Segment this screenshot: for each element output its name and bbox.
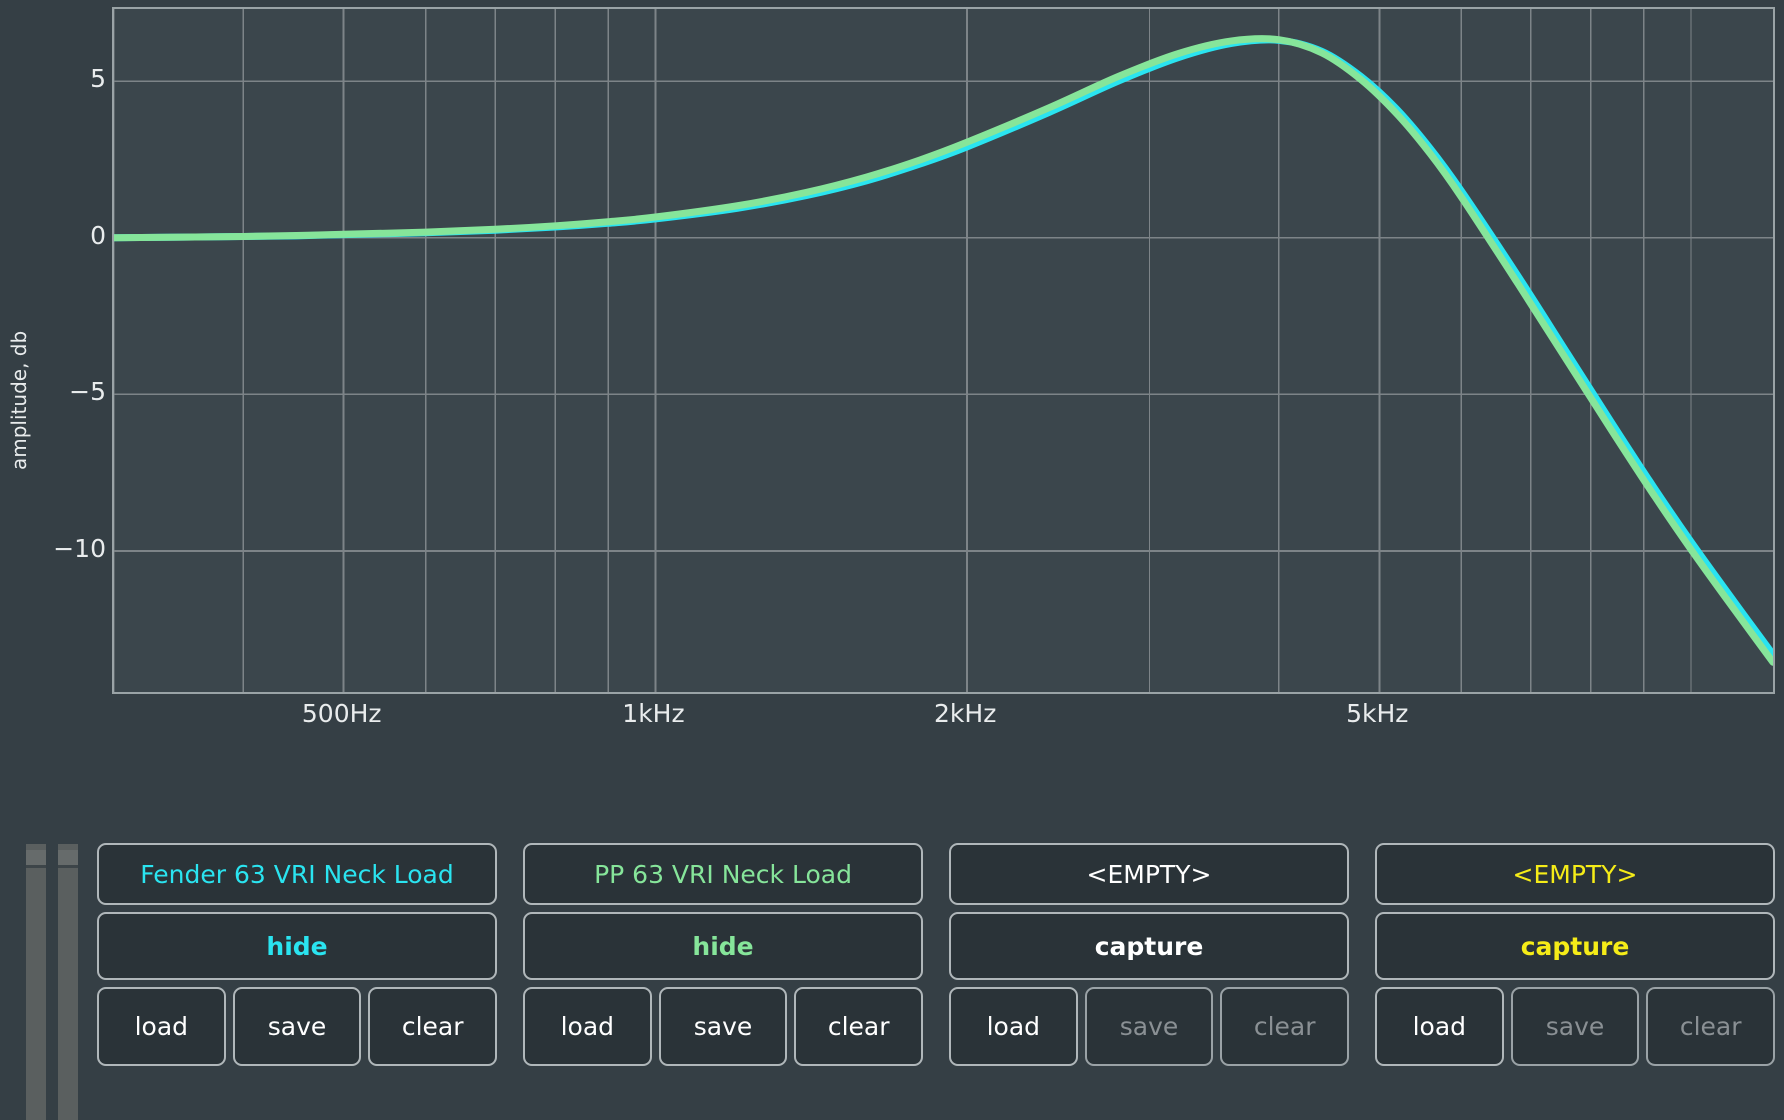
- clear-button: clear: [1220, 987, 1350, 1066]
- slot-title-button[interactable]: <EMPTY>: [949, 843, 1349, 905]
- save-button[interactable]: save: [232, 987, 362, 1066]
- hide-button[interactable]: hide: [523, 912, 923, 980]
- plot-canvas: [114, 9, 1773, 692]
- save-button[interactable]: save: [658, 987, 788, 1066]
- curve-series-0: [114, 36, 1773, 658]
- load-button[interactable]: load: [1375, 987, 1504, 1066]
- save-button: save: [1510, 987, 1640, 1066]
- hide-button[interactable]: hide: [97, 912, 497, 980]
- x-tick-label: 2kHz: [934, 699, 997, 728]
- capture-button[interactable]: capture: [1375, 912, 1775, 980]
- capture-slot-2: PP 63 VRI Neck Load hide load save clear: [523, 843, 924, 1115]
- capture-slot-panel: Fender 63 VRI Neck Load hide load save clear…: [97, 843, 1776, 1115]
- clear-button[interactable]: clear: [794, 987, 924, 1066]
- slot-action-row: load save clear: [523, 987, 924, 1066]
- clear-button: clear: [1646, 987, 1776, 1066]
- y-tick-label: −10: [53, 534, 106, 563]
- fader-right-handle[interactable]: [58, 850, 78, 868]
- slot-title-button[interactable]: <EMPTY>: [1375, 843, 1775, 905]
- capture-slot-1: Fender 63 VRI Neck Load hide load save clear: [97, 843, 498, 1115]
- grid-lines: [114, 9, 1773, 692]
- x-tick-label: 500Hz: [301, 699, 382, 728]
- y-tick-label: 0: [90, 220, 106, 250]
- slot-action-row: load save clear: [97, 987, 498, 1066]
- y-tick-label: 5: [90, 64, 106, 94]
- y-tick-label: −5: [69, 377, 106, 407]
- fader-group: [20, 844, 84, 1120]
- save-button: save: [1084, 987, 1214, 1066]
- plot-area[interactable]: [112, 7, 1775, 694]
- slot-title-button[interactable]: PP 63 VRI Neck Load: [523, 843, 923, 905]
- x-axis-tick-labels: 500Hz 1kHz 2kHz 5kHz: [0, 700, 1784, 740]
- capture-slot-4: <EMPTY> capture load save clear: [1375, 843, 1776, 1115]
- capture-button[interactable]: capture: [949, 912, 1349, 980]
- fader-right[interactable]: [58, 844, 78, 1120]
- fader-left-handle[interactable]: [26, 850, 46, 868]
- curve-series-1: [114, 35, 1773, 666]
- y-axis-tick-labels: 5 0 −5 −10: [30, 0, 106, 800]
- x-tick-label: 5kHz: [1346, 699, 1409, 728]
- capture-slot-3: <EMPTY> capture load save clear: [949, 843, 1350, 1115]
- response-curves: [114, 35, 1773, 666]
- slot-title-button[interactable]: Fender 63 VRI Neck Load: [97, 843, 497, 905]
- load-button[interactable]: load: [949, 987, 1078, 1066]
- slot-action-row: load save clear: [1375, 987, 1776, 1066]
- clear-button[interactable]: clear: [368, 987, 498, 1066]
- load-button[interactable]: load: [523, 987, 652, 1066]
- frequency-response-plot: amplitude, db 5 0 −5 −10 500Hz 1kHz 2kHz 5kHz: [0, 0, 1784, 800]
- slot-action-row: load save clear: [949, 987, 1350, 1066]
- fader-left[interactable]: [26, 844, 46, 1120]
- x-tick-label: 1kHz: [622, 699, 685, 728]
- load-button[interactable]: load: [97, 987, 226, 1066]
